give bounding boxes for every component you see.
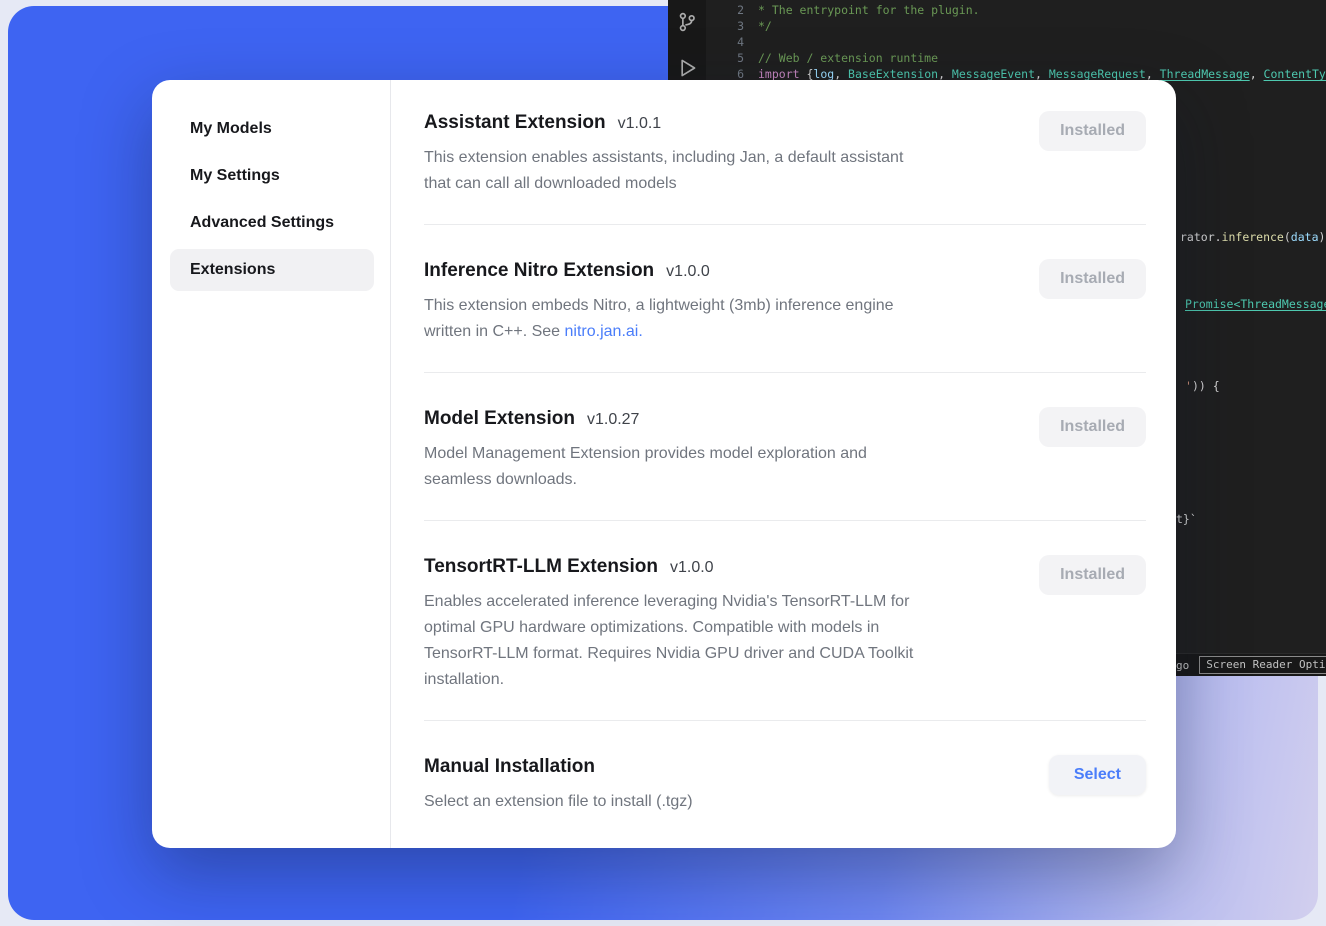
- extension-title-row: TensortRT-LLM Extension v1.0.0: [424, 555, 1009, 579]
- screen-reader-badge[interactable]: Screen Reader Optimize: [1199, 656, 1326, 674]
- settings-sidebar: My Models My Settings Advanced Settings …: [152, 80, 391, 848]
- extension-version: v1.0.0: [670, 559, 714, 577]
- code-line: 5 // Web / extension runtime: [706, 50, 1326, 66]
- code-line: 2 * The entrypoint for the plugin.: [706, 2, 1326, 18]
- extension-section-tensorrt-llm: TensortRT-LLM Extension v1.0.0 Enables a…: [424, 521, 1146, 721]
- source-control-icon[interactable]: [676, 11, 698, 33]
- line-number: 2: [706, 2, 758, 18]
- extension-description: Model Management Extension provides mode…: [424, 441, 1009, 493]
- sidebar-item-my-models[interactable]: My Models: [170, 108, 374, 150]
- extension-name: Assistant Extension: [424, 111, 606, 135]
- code-token: BaseExtension: [848, 67, 938, 81]
- extension-info: Model Extension v1.0.27 Model Management…: [424, 407, 1039, 493]
- extension-name: TensortRT-LLM Extension: [424, 555, 658, 579]
- code-token: * The entrypoint for the plugin.: [758, 2, 980, 18]
- extension-info: TensortRT-LLM Extension v1.0.0 Enables a…: [424, 555, 1039, 693]
- code-token: // Web / extension runtime: [758, 50, 938, 66]
- code-fragment: Promise<ThreadMessage>: [1185, 297, 1326, 311]
- extension-info: Inference Nitro Extension v1.0.0 This ex…: [424, 259, 1039, 345]
- nitro-jan-ai-link[interactable]: nitro.jan.ai.: [565, 323, 643, 340]
- extension-info: Assistant Extension v1.0.1 This extensio…: [424, 111, 1039, 197]
- extension-title-row: Manual Installation: [424, 755, 1019, 779]
- installed-button[interactable]: Installed: [1039, 111, 1146, 151]
- extension-info: Manual Installation Select an extension …: [424, 755, 1049, 815]
- code-token: */: [758, 18, 772, 34]
- code-token: ,: [1035, 67, 1049, 81]
- code-line: 4: [706, 34, 1326, 50]
- installed-button[interactable]: Installed: [1039, 555, 1146, 595]
- sidebar-item-my-settings[interactable]: My Settings: [170, 155, 374, 197]
- code-token: ThreadMessage: [1160, 67, 1250, 81]
- line-number: 5: [706, 50, 758, 66]
- code-token: ,: [1250, 67, 1264, 81]
- extension-section-assistant: Assistant Extension v1.0.1 This extensio…: [424, 80, 1146, 225]
- code-token: ContentType: [1264, 67, 1326, 81]
- settings-modal: My Models My Settings Advanced Settings …: [152, 80, 1176, 848]
- extension-name: Inference Nitro Extension: [424, 259, 654, 283]
- sidebar-item-advanced-settings[interactable]: Advanced Settings: [170, 202, 374, 244]
- installed-button[interactable]: Installed: [1039, 259, 1146, 299]
- extension-description: This extension enables assistants, inclu…: [424, 145, 1009, 197]
- extension-name: Model Extension: [424, 407, 575, 431]
- code-token: MessageEvent: [952, 67, 1035, 81]
- extension-version: v1.0.27: [587, 411, 639, 429]
- extension-section-model: Model Extension v1.0.27 Model Management…: [424, 373, 1146, 521]
- extension-title-row: Inference Nitro Extension v1.0.0: [424, 259, 1009, 283]
- code-token: ,: [938, 67, 952, 81]
- code-token: log: [813, 67, 834, 81]
- installed-button[interactable]: Installed: [1039, 407, 1146, 447]
- status-bar-items: go Screen Reader Optimize: [1176, 654, 1326, 676]
- manual-installation-section: Manual Installation Select an extension …: [424, 721, 1146, 842]
- line-number: 3: [706, 18, 758, 34]
- code-fragment: rator.inference(data));: [1180, 230, 1326, 244]
- extension-title-row: Model Extension v1.0.27: [424, 407, 1009, 431]
- manual-installation-title: Manual Installation: [424, 755, 595, 779]
- code-token: MessageRequest: [1049, 67, 1146, 81]
- code-area: 2 * The entrypoint for the plugin. 3 */ …: [706, 2, 1326, 82]
- select-file-button[interactable]: Select: [1049, 755, 1146, 795]
- manual-installation-description: Select an extension file to install (.tg…: [424, 789, 1019, 815]
- code-fragment: ')) {: [1185, 379, 1220, 393]
- code-token: ,: [834, 67, 848, 81]
- sidebar-item-extensions[interactable]: Extensions: [170, 249, 374, 291]
- extension-description: Enables accelerated inference leveraging…: [424, 589, 1009, 693]
- line-number: 4: [706, 34, 758, 50]
- extension-section-inference-nitro: Inference Nitro Extension v1.0.0 This ex…: [424, 225, 1146, 373]
- extension-description: This extension embeds Nitro, a lightweig…: [424, 293, 1009, 345]
- extensions-panel: Assistant Extension v1.0.1 This extensio…: [391, 80, 1176, 848]
- code-token: ,: [1146, 67, 1160, 81]
- run-debug-icon[interactable]: [676, 57, 698, 79]
- extension-title-row: Assistant Extension v1.0.1: [424, 111, 1009, 135]
- code-line: 3 */: [706, 18, 1326, 34]
- extension-version: v1.0.0: [666, 263, 710, 281]
- extension-version: v1.0.1: [618, 115, 662, 133]
- code-token: import: [758, 67, 806, 81]
- status-text: go: [1176, 659, 1189, 672]
- code-fragment: t}`: [1176, 512, 1197, 526]
